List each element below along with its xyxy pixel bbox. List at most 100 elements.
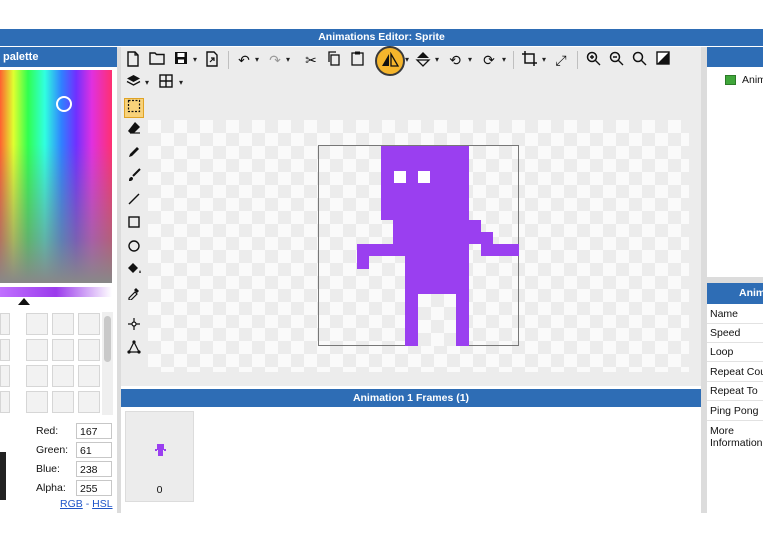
frame-number: 0	[156, 484, 163, 496]
palette-swatch[interactable]	[52, 391, 74, 413]
frame-preview-body	[158, 450, 163, 456]
property-speed[interactable]: Speed	[707, 324, 763, 343]
property-repeat-count[interactable]: Repeat Cou	[707, 363, 763, 382]
palette-swatch[interactable]	[52, 313, 74, 335]
window-bottom-area	[0, 513, 763, 541]
palette-swatch[interactable]	[52, 339, 74, 361]
save-icon[interactable]	[172, 51, 190, 69]
sprite-left-eye	[394, 171, 406, 183]
blue-label: Blue:	[36, 463, 60, 475]
sprite-right-hand-pixels	[493, 244, 519, 256]
crop-icon[interactable]	[520, 51, 538, 69]
palette-swatch[interactable]	[26, 391, 48, 413]
frames-panel-header: Animation 1 Frames (1)	[121, 389, 701, 407]
palette-swatch[interactable]	[26, 313, 48, 335]
flip-horizontal-icon[interactable]	[381, 51, 400, 70]
pencil-icon[interactable]	[124, 145, 144, 165]
palette-swatch[interactable]	[0, 391, 10, 413]
palette-swatch[interactable]	[78, 339, 100, 361]
grid-icon[interactable]	[157, 74, 175, 92]
copy-icon[interactable]	[325, 51, 343, 69]
canvas-right-margin	[689, 96, 701, 386]
canvas-bottom-margin	[148, 372, 701, 386]
palette-swatch-grid	[0, 313, 100, 413]
redo-dropdown-icon[interactable]: ▾	[284, 51, 292, 69]
layers-icon[interactable]	[124, 74, 142, 92]
palette-swatch[interactable]	[26, 365, 48, 387]
palette-swatch[interactable]	[52, 365, 74, 387]
ellipse-icon[interactable]	[124, 239, 144, 259]
sprite-left-arm-pixels	[369, 244, 405, 256]
palette-scrollbar-thumb[interactable]	[104, 316, 111, 362]
rectangle-icon[interactable]	[124, 215, 144, 235]
toolbar-separator	[513, 51, 514, 69]
export-icon[interactable]	[203, 51, 221, 69]
sprite-left-arm-pixels	[393, 220, 405, 244]
property-name[interactable]: Name	[707, 305, 763, 324]
zoom-in-icon[interactable]	[584, 51, 602, 69]
property-repeat-to[interactable]: Repeat To	[707, 382, 763, 401]
green-field[interactable]: 61	[76, 442, 112, 458]
flip-dropdown-icon[interactable]: ▾	[403, 51, 411, 69]
cut-icon[interactable]: ✂	[302, 51, 320, 69]
resize-icon[interactable]: ⤢	[552, 51, 570, 69]
rotate-left-dropdown-icon[interactable]: ▾	[466, 51, 474, 69]
sprite-left-hand-pixels	[357, 244, 369, 269]
palette-swatch[interactable]	[78, 391, 100, 413]
transparency-icon[interactable]	[654, 51, 672, 69]
flip-vertical-dropdown-icon[interactable]: ▾	[433, 51, 441, 69]
undo-icon[interactable]: ↶	[235, 51, 253, 69]
property-loop[interactable]: Loop	[707, 343, 763, 362]
select-rect-icon[interactable]	[124, 98, 144, 118]
new-file-icon[interactable]	[124, 51, 142, 69]
animations-list	[707, 67, 763, 277]
eyedropper-icon[interactable]	[124, 286, 144, 306]
move-point-icon[interactable]	[124, 317, 144, 337]
palette-swatch[interactable]	[26, 339, 48, 361]
layers-dropdown-icon[interactable]: ▾	[143, 74, 151, 92]
blue-field[interactable]: 238	[76, 461, 112, 477]
undo-dropdown-icon[interactable]: ▾	[253, 51, 261, 69]
property-ping-pong[interactable]: Ping Pong	[707, 402, 763, 421]
line-icon[interactable]	[124, 192, 144, 212]
zoom-out-icon[interactable]	[607, 51, 625, 69]
hue-slider-handle-icon[interactable]	[18, 298, 30, 305]
flip-vertical-icon[interactable]	[414, 51, 432, 69]
polygon-icon[interactable]	[124, 340, 144, 360]
red-field[interactable]: 167	[76, 423, 112, 439]
open-folder-icon[interactable]	[148, 51, 166, 69]
toolbar-separator	[577, 51, 578, 69]
fill-bucket-icon[interactable]	[124, 262, 144, 282]
palette-swatch[interactable]	[0, 313, 10, 335]
rotate-right-dropdown-icon[interactable]: ▾	[500, 51, 508, 69]
palette-swatch[interactable]	[78, 365, 100, 387]
rotate-left-icon[interactable]: ⟲	[446, 51, 464, 69]
hsl-mode-link[interactable]: HSL	[92, 498, 112, 510]
toolbar-separator	[228, 51, 229, 69]
palette-swatch[interactable]	[0, 365, 10, 387]
palette-swatch[interactable]	[0, 339, 10, 361]
rotate-right-icon[interactable]: ⟳	[480, 51, 498, 69]
crop-dropdown-icon[interactable]: ▾	[540, 51, 548, 69]
red-label: Red:	[36, 425, 59, 437]
hue-slider[interactable]	[0, 287, 112, 297]
save-dropdown-icon[interactable]: ▾	[191, 51, 199, 69]
properties-panel-body	[707, 455, 763, 513]
color-picker-cursor[interactable]	[56, 96, 72, 112]
animation-item-label[interactable]: Anim	[742, 74, 763, 86]
sprite-head-pixels	[381, 146, 469, 220]
grid-dropdown-icon[interactable]: ▾	[177, 74, 185, 92]
rgb-mode-link[interactable]: RGB	[60, 498, 83, 510]
redo-icon[interactable]: ↷	[266, 51, 284, 69]
alpha-field[interactable]: 255	[76, 480, 112, 496]
window-title: Animations Editor: Sprite	[0, 29, 763, 46]
palette-swatch[interactable]	[78, 313, 100, 335]
property-more-information[interactable]: More Information	[707, 421, 763, 457]
brush-icon[interactable]	[124, 168, 144, 188]
color-mode-switch: RGB - HSL	[60, 498, 113, 510]
frame-preview-arm	[164, 449, 166, 451]
mode-separator: -	[85, 498, 90, 510]
paste-icon[interactable]	[348, 51, 366, 69]
zoom-fit-icon[interactable]	[630, 51, 648, 69]
eraser-icon[interactable]	[124, 121, 144, 141]
